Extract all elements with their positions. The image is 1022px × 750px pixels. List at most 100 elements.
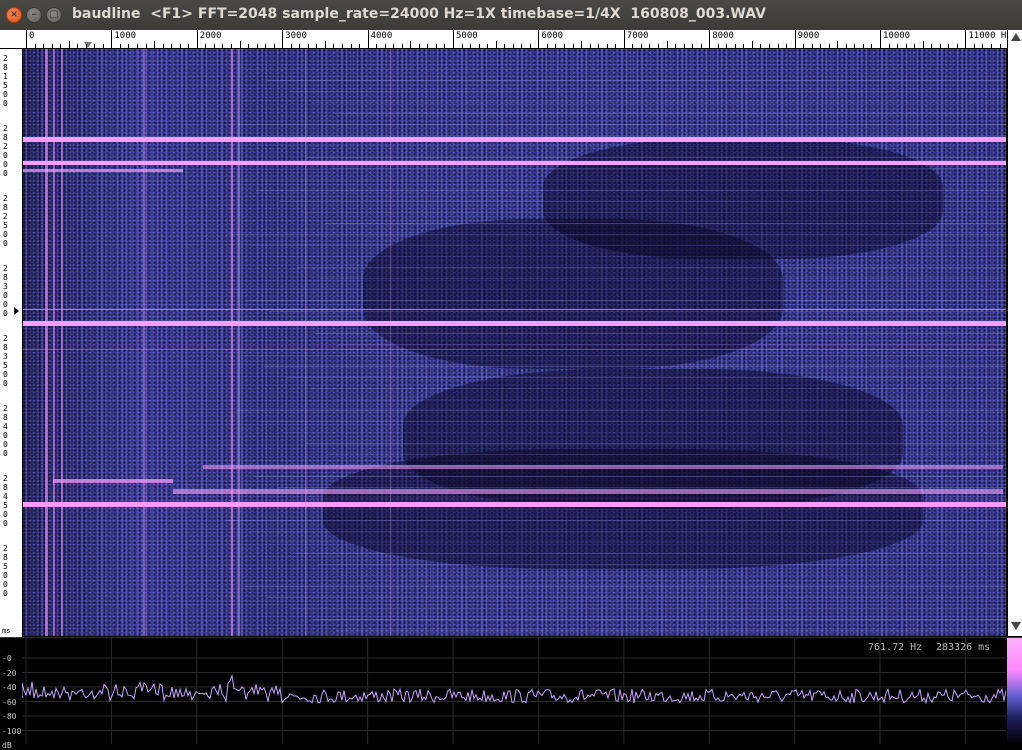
freq-minor-tick <box>598 44 600 48</box>
freq-minor-tick <box>768 44 770 48</box>
freq-minor-tick <box>692 44 694 48</box>
freq-minor-tick <box>529 44 531 48</box>
freq-major-tick <box>538 30 540 48</box>
time-tick-digit: 2 <box>3 54 8 63</box>
time-tick-digit: 5 <box>3 221 8 230</box>
maximize-button[interactable]: ▢ <box>46 7 62 23</box>
time-tick-digit: 8 <box>3 203 8 212</box>
time-tick-digit: 8 <box>3 273 8 282</box>
harmonic-line <box>333 399 1006 400</box>
harmonic-line <box>290 608 1006 609</box>
harmonic-line <box>236 410 1006 411</box>
harmonic-line <box>300 498 1006 499</box>
frequency-ruler[interactable]: 0 1000 2000 3000 4000 5000 6000 7000 8000 9000 100… <box>0 30 1022 49</box>
freq-tick-label: 10000 <box>883 31 911 41</box>
freq-minor-tick <box>179 44 181 48</box>
freq-minor-tick <box>828 44 830 48</box>
cursor-line <box>23 309 1006 310</box>
freq-minor-tick <box>316 44 318 48</box>
harmonic-line <box>338 344 1006 345</box>
close-button[interactable]: × <box>6 7 22 23</box>
signal-line <box>23 502 1006 507</box>
harmonic-line <box>336 630 1006 631</box>
freq-minor-tick <box>495 41 497 48</box>
harmonic-line <box>292 322 1006 323</box>
harmonic-line <box>277 487 1006 488</box>
db-tick-label: -20 <box>2 668 17 678</box>
freq-major-tick <box>453 30 454 48</box>
freq-minor-tick <box>290 44 292 48</box>
spectrum-panel[interactable]: -0 -20 -40 -60 -80 -100 dB 761.72 Hz 283326 ms <box>0 637 1022 750</box>
harmonic-line <box>238 124 1006 125</box>
harmonic-line <box>223 289 1006 290</box>
freq-minor-tick <box>444 44 446 48</box>
freq-minor-tick <box>435 44 437 48</box>
spectrum-svg <box>21 638 1007 746</box>
freq-minor-tick <box>350 44 352 48</box>
freq-minor-tick <box>239 41 241 48</box>
freq-minor-tick <box>359 44 361 48</box>
harmonic-line <box>341 575 1006 576</box>
freq-minor-tick <box>171 44 173 48</box>
harmonic-line <box>243 69 1006 70</box>
spectrum-plot[interactable]: 761.72 Hz 283326 ms <box>21 638 1007 746</box>
time-tick-digit: 2 <box>3 212 8 221</box>
db-tick-label: -40 <box>2 683 17 692</box>
freq-minor-tick <box>564 44 566 48</box>
spectrogram-display[interactable] <box>23 49 1006 636</box>
freq-minor-tick <box>854 44 856 48</box>
freq-minor-tick <box>213 44 215 48</box>
scroll-down-icon[interactable] <box>1011 622 1021 630</box>
freq-minor-tick <box>862 44 864 48</box>
time-tick-digit: 0 <box>3 580 8 589</box>
freq-minor-tick <box>555 44 557 48</box>
harmonic-line <box>249 531 1006 532</box>
freq-minor-tick <box>341 44 343 48</box>
time-tick-digit: 2 <box>3 194 8 203</box>
harmonic-line <box>325 223 1006 224</box>
time-readout: 283326 ms <box>936 642 991 653</box>
time-tick-digit: 2 <box>3 404 8 413</box>
freq-minor-tick <box>154 41 156 48</box>
freq-minor-tick <box>68 41 70 48</box>
freq-minor-tick <box>948 44 950 48</box>
time-tick-digit: 0 <box>3 510 8 519</box>
time-tick-digit: 4 <box>3 422 8 431</box>
freq-minor-tick <box>743 44 745 48</box>
maximize-icon: ▢ <box>49 9 59 20</box>
freq-minor-tick <box>324 41 326 48</box>
freq-minor-tick <box>376 44 378 48</box>
harmonic-line <box>307 157 1006 158</box>
freq-tick-label: 3000 <box>285 31 307 41</box>
freq-minor-tick <box>675 44 677 48</box>
time-tick-digit: 2 <box>3 544 8 553</box>
scroll-up-icon[interactable] <box>1011 33 1021 41</box>
freq-tick-label: 7000 <box>626 31 649 41</box>
freq-minor-tick <box>299 44 301 48</box>
db-tick-label: -100 <box>2 726 22 736</box>
freq-minor-tick <box>606 44 608 48</box>
minimize-button[interactable]: – <box>26 7 42 23</box>
time-tick-digit: 0 <box>3 169 8 178</box>
freq-minor-tick <box>914 44 916 48</box>
time-ruler[interactable]: ms 2815002820002825002830002835002840002… <box>0 49 23 637</box>
harmonic-line <box>279 201 1006 202</box>
harmonic-line <box>320 278 1006 279</box>
vertical-scrollbar[interactable] <box>1007 30 1022 636</box>
freq-tick-label: 8000 <box>712 31 734 41</box>
freq-minor-tick <box>888 44 890 48</box>
freq-minor-tick <box>666 41 668 48</box>
time-tick-digit: 0 <box>3 571 8 580</box>
vertical-artifact-line <box>305 49 306 636</box>
freq-minor-tick <box>700 44 702 48</box>
freq-minor-tick <box>34 44 36 48</box>
freq-minor-tick <box>333 44 335 48</box>
freq-minor-tick <box>973 44 975 48</box>
freq-minor-tick <box>521 44 523 48</box>
freq-minor-tick <box>999 44 1001 48</box>
harmonic-line <box>305 443 1006 444</box>
time-tick-digit: 5 <box>3 361 8 370</box>
freq-minor-tick <box>615 44 617 48</box>
freq-minor-tick <box>820 44 822 48</box>
signal-line <box>173 489 1003 494</box>
